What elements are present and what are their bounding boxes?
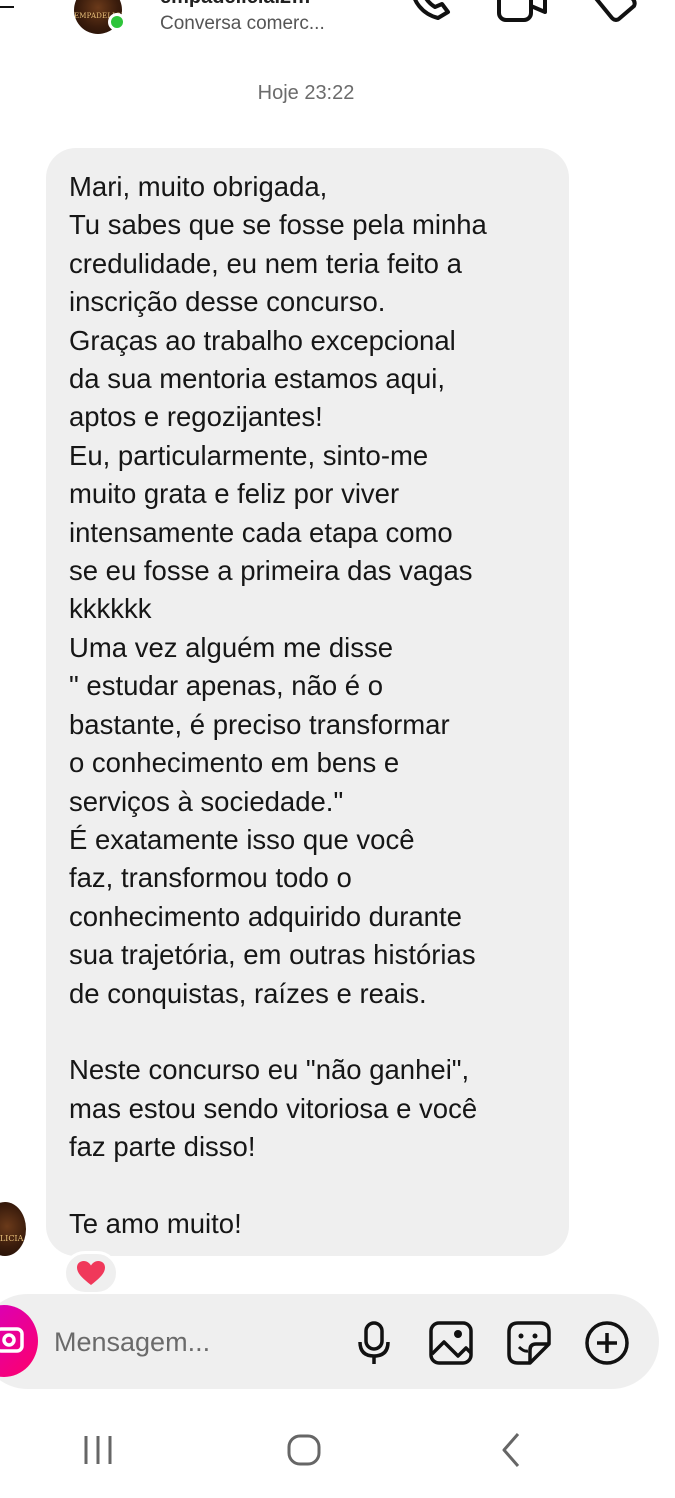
contact-subtitle[interactable]: Conversa comerc... [160,13,325,35]
message-timestamp: Hoje 23:22 [257,82,355,104]
sticker-icon[interactable] [506,1320,552,1366]
heart-reaction[interactable] [63,1251,119,1295]
tag-icon[interactable] [590,0,640,28]
chat-header: EMPADELICIA empadelicia.2… Conversa come… [0,0,675,50]
sender-avatar[interactable]: ELICIA [0,1202,26,1256]
message-text: Mari, muito obrigada, Tu sabes que se fo… [69,171,487,1239]
phone-icon[interactable] [408,0,456,26]
recent-apps-icon[interactable] [78,1428,118,1472]
heart-icon [77,1261,105,1285]
contact-name[interactable]: empadelicia.2… [160,0,350,9]
add-icon[interactable] [584,1320,630,1366]
online-status-indicator [108,13,126,31]
home-icon[interactable] [283,1428,325,1472]
back-icon[interactable] [494,1428,528,1472]
message-input[interactable] [54,1322,344,1362]
microphone-icon[interactable] [352,1320,398,1366]
gallery-icon[interactable] [428,1320,474,1366]
camera-button[interactable] [0,1305,38,1377]
back-arrow-icon[interactable] [0,6,14,8]
sender-avatar-brand: ELICIA [0,1234,24,1243]
camera-icon [0,1327,24,1353]
video-call-icon[interactable] [495,0,551,26]
